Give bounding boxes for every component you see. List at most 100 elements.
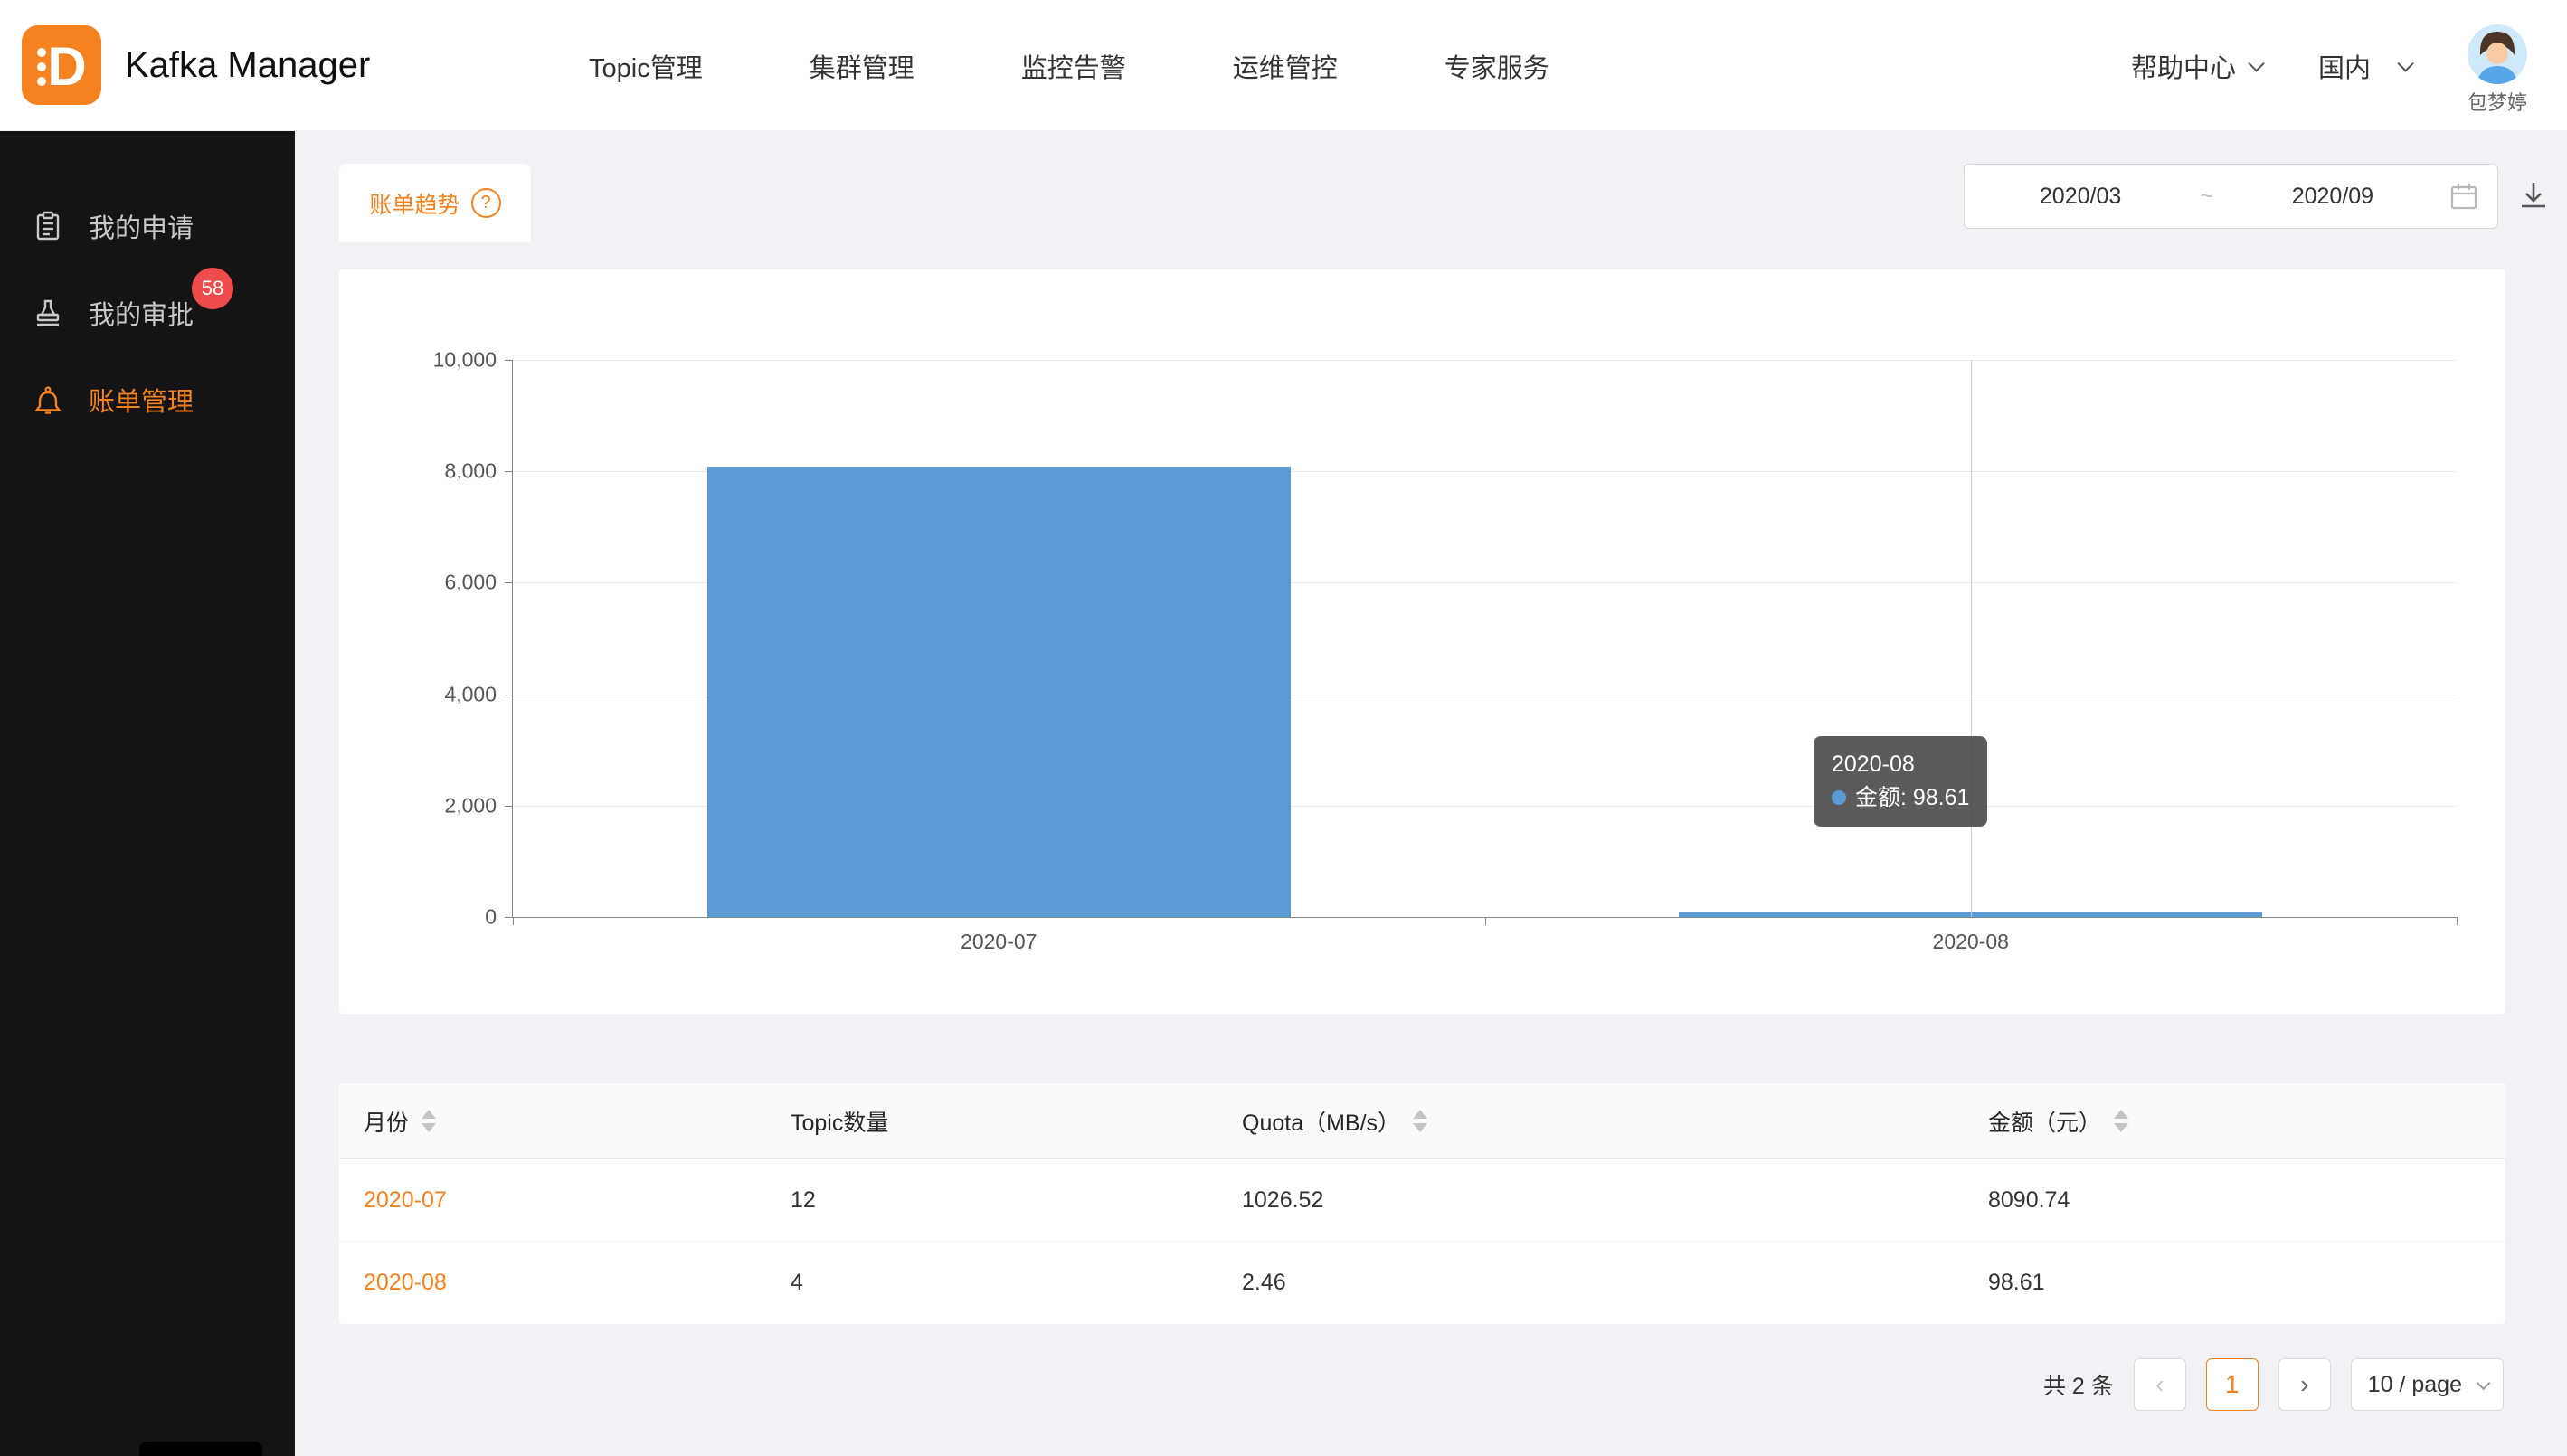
calendar-icon	[2449, 181, 2479, 212]
table-row: 2020-08 4 2.46 98.61	[339, 1242, 2505, 1324]
cell-quota: 2.46	[1217, 1270, 1964, 1296]
sidebar-item-my-applications[interactable]: 我的申请	[0, 183, 295, 269]
question-circle-icon[interactable]: ?	[471, 188, 501, 218]
clipboard-icon	[33, 211, 63, 241]
stamp-icon	[33, 298, 63, 328]
total-count-label: 共 2 条	[2043, 1368, 2114, 1401]
sidebar-item-bill-management[interactable]: 账单管理	[0, 356, 295, 443]
table-row: 2020-07 12 1026.52 8090.74	[339, 1159, 2505, 1242]
cell-amount: 98.61	[1964, 1270, 2505, 1296]
gridline	[513, 360, 2457, 361]
tooltip-title: 2020-08	[1832, 748, 1969, 781]
tooltip-value-row: 金额: 98.61	[1832, 781, 1969, 815]
approvals-count-badge: 58	[192, 268, 233, 309]
x-axis-label: 2020-07	[961, 930, 1037, 954]
y-axis-label: 10,000	[397, 348, 497, 373]
sort-icon[interactable]	[2114, 1110, 2128, 1132]
sort-icon[interactable]	[422, 1110, 436, 1132]
date-range-picker[interactable]: 2020/03 ~ 2020/09	[1964, 164, 2498, 229]
region-label: 国内	[2318, 47, 2371, 85]
prev-page-button[interactable]: ‹	[2134, 1358, 2186, 1411]
x-axis-label: 2020-08	[1933, 930, 2009, 954]
sidebar-item-label: 我的申请	[89, 207, 194, 245]
cell-quota: 1026.52	[1217, 1187, 1964, 1214]
column-label: Topic数量	[791, 1105, 888, 1138]
download-icon[interactable]	[2516, 178, 2551, 213]
chart-tooltip: 2020-08 金额: 98.61	[1814, 736, 1987, 827]
ytickmark	[505, 917, 513, 918]
tooltip-value: 金额: 98.61	[1855, 785, 1969, 810]
xtickmark	[513, 917, 514, 925]
help-center-label: 帮助中心	[2131, 47, 2236, 85]
username: 包梦婷	[2468, 87, 2527, 116]
chevron-down-icon	[2397, 55, 2413, 71]
nav-item-expert[interactable]: 专家服务	[1445, 47, 1549, 85]
column-label: 月份	[364, 1105, 409, 1138]
page-1-button[interactable]: 1	[2206, 1358, 2259, 1411]
page-size-value: 10 / page	[2368, 1372, 2462, 1398]
chart-crosshair	[1971, 360, 1972, 917]
column-header-amount[interactable]: 金额（元）	[1964, 1105, 2505, 1138]
nav-item-topic[interactable]: Topic管理	[589, 47, 703, 85]
sidebar-bottom-handle	[139, 1442, 262, 1456]
date-end-input[interactable]: 2020/09	[2217, 184, 2449, 210]
avatar	[2468, 24, 2527, 84]
sidebar: 我的申请 我的审批 58 账单管理	[0, 131, 295, 1456]
nav-item-ops[interactable]: 运维管控	[1233, 47, 1338, 85]
sidebar-item-label: 我的审批	[89, 294, 194, 332]
sidebar-item-label: 账单管理	[89, 381, 194, 419]
table-header-row: 月份 Topic数量 Quota（MB/s） 金额（元）	[339, 1083, 2505, 1159]
nav-item-monitor[interactable]: 监控告警	[1021, 47, 1126, 85]
ytickmark	[505, 806, 513, 807]
help-center-menu[interactable]: 帮助中心	[2131, 47, 2260, 85]
app-title: Kafka Manager	[125, 45, 370, 86]
y-axis-label: 8,000	[397, 459, 497, 484]
month-link[interactable]: 2020-07	[364, 1187, 447, 1214]
next-page-button[interactable]: ›	[2278, 1358, 2331, 1411]
top-header: D Kafka Manager Topic管理 集群管理 监控告警 运维管控 专…	[0, 0, 2567, 131]
user-menu[interactable]: 包梦婷	[2468, 24, 2527, 116]
y-axis-label: 0	[397, 905, 497, 930]
bill-trend-chart-card: 2020-08 金额: 98.61 0 2,000 4,000 6,000 8,000 1…	[339, 269, 2505, 1014]
ytickmark	[505, 582, 513, 583]
ytickmark	[505, 471, 513, 472]
bill-table-card: 月份 Topic数量 Quota（MB/s） 金额（元） 2020-07 12	[339, 1083, 2505, 1324]
y-axis-label: 2,000	[397, 793, 497, 818]
cell-topic-count: 12	[766, 1187, 1217, 1214]
y-axis-label: 4,000	[397, 682, 497, 706]
series-dot-icon	[1832, 790, 1846, 805]
header-right: 帮助中心 国内 包梦婷	[2131, 0, 2527, 131]
column-header-topic-count: Topic数量	[766, 1105, 1217, 1138]
app-logo-icon[interactable]: D	[22, 25, 101, 105]
date-range-separator: ~	[2196, 184, 2217, 210]
column-header-quota[interactable]: Quota（MB/s）	[1217, 1105, 1964, 1138]
xtickmark	[1485, 917, 1486, 925]
bar-chart-plot: 2020-08 金额: 98.61 02,0004,0006,0008,0001…	[512, 360, 2457, 918]
date-start-input[interactable]: 2020/03	[1965, 184, 2196, 210]
month-link[interactable]: 2020-08	[364, 1270, 447, 1296]
region-selector[interactable]: 国内	[2318, 47, 2410, 85]
tab-bill-trend[interactable]: 账单趋势 ?	[339, 164, 531, 242]
pagination: 共 2 条 ‹ 1 › 10 / page	[2043, 1358, 2504, 1411]
tab-label: 账单趋势	[369, 187, 459, 220]
column-label: 金额（元）	[1988, 1105, 2101, 1138]
column-label: Quota（MB/s）	[1242, 1105, 1400, 1138]
chevron-down-icon	[2248, 55, 2264, 71]
main-content: 账单趋势 ? 2020/03 ~ 2020/09 2020-08	[295, 131, 2567, 1456]
cell-topic-count: 4	[766, 1270, 1217, 1296]
column-header-month[interactable]: 月份	[339, 1105, 766, 1138]
svg-text:D: D	[47, 36, 86, 97]
page-size-select[interactable]: 10 / page	[2351, 1358, 2504, 1411]
sort-icon[interactable]	[1413, 1110, 1427, 1132]
ytickmark	[505, 360, 513, 361]
main-nav: Topic管理 集群管理 监控告警 运维管控 专家服务	[589, 0, 1549, 131]
bill-alarm-icon	[33, 384, 63, 415]
cell-amount: 8090.74	[1964, 1187, 2505, 1214]
sidebar-item-my-approvals[interactable]: 我的审批 58	[0, 269, 295, 356]
bar-2020-07[interactable]	[707, 467, 1291, 917]
kafka-manager-app: D Kafka Manager Topic管理 集群管理 监控告警 运维管控 专…	[0, 0, 2567, 1456]
xtickmark	[2457, 917, 2458, 925]
chevron-down-icon	[2477, 1376, 2491, 1390]
y-axis-label: 6,000	[397, 571, 497, 595]
nav-item-cluster[interactable]: 集群管理	[810, 47, 914, 85]
